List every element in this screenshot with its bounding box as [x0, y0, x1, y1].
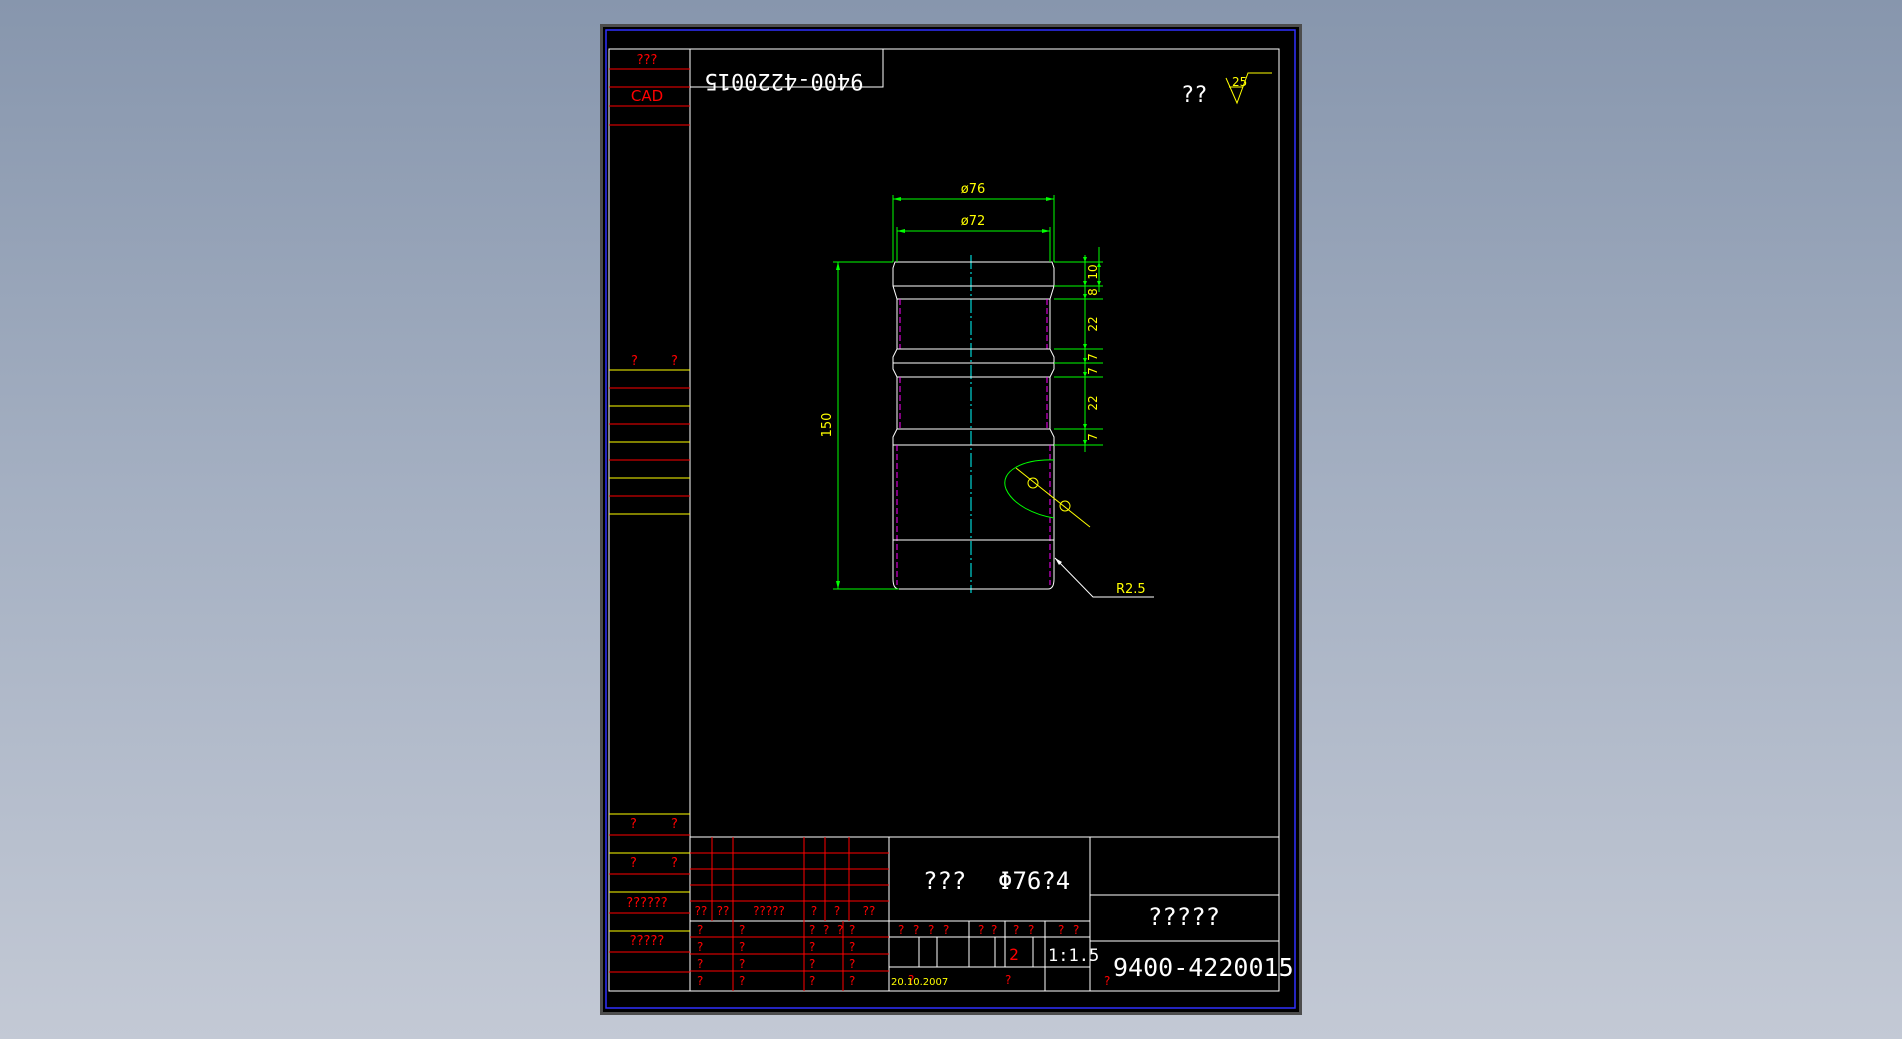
- quantity-value: 2: [1009, 945, 1019, 964]
- hole-section: [1004, 459, 1055, 519]
- left-low1-a: ?: [630, 817, 637, 832]
- dimension-annotations: ø76 ø72 150 8 10 22 7 7 22 7 R2.5: [820, 182, 1154, 598]
- dim-7-b: 7: [1086, 367, 1100, 375]
- material-label: ?????: [1148, 903, 1220, 931]
- rev-header-4: ?: [811, 904, 817, 918]
- part-spec: Φ76?4: [998, 867, 1070, 895]
- drawing-date: 20.10.2007: [891, 977, 948, 988]
- attr-h7: ?: [1013, 923, 1019, 937]
- left-low1-b: ?: [671, 817, 678, 832]
- attr-h2: ?: [913, 923, 919, 937]
- sign-r1-e: ?: [837, 923, 843, 937]
- rev-header-6: ??: [863, 904, 876, 918]
- sign-r4-d: ?: [849, 974, 855, 988]
- sign-r1-b: ?: [739, 923, 745, 937]
- sign-r3-d: ?: [849, 957, 855, 971]
- sign-r3-b: ?: [739, 957, 745, 971]
- top-code-box: ??? CAD 9400-4220015: [608, 48, 884, 126]
- dim-length-150: 150: [820, 413, 835, 438]
- dim-radius: R2.5: [1116, 582, 1146, 597]
- sign-r3-a: ?: [697, 957, 703, 971]
- dim-7-a: 7: [1086, 353, 1100, 361]
- left-panel-table: ? ?: [609, 354, 690, 515]
- drawing-sheet: ??? CAD 9400-4220015 ?? 25 ? ? ? ? ? ? ?…: [600, 24, 1302, 1015]
- sign-r3-c: ?: [809, 957, 815, 971]
- sign-r2-a: ?: [697, 940, 703, 954]
- surface-roughness-symbol: ?? 25: [1181, 72, 1272, 108]
- sign-r4-b: ?: [739, 974, 745, 988]
- mirrored-drawing-code: 9400-4220015: [705, 68, 864, 93]
- attr-h3: ?: [928, 923, 934, 937]
- sign-r1-f: ?: [849, 923, 855, 937]
- sign-r1-a: ?: [697, 923, 703, 937]
- dim-diameter-72: ø72: [961, 214, 986, 229]
- left-low4: ?????: [630, 934, 665, 949]
- attr-h1: ?: [898, 923, 904, 937]
- left-low2-a: ?: [630, 856, 637, 871]
- dim-22-upper: 22: [1086, 316, 1100, 331]
- left-low2-b: ?: [671, 856, 678, 871]
- sign-r2-c: ?: [809, 940, 815, 954]
- left-mid-b: ?: [671, 354, 678, 369]
- rev-header-2: ??: [717, 904, 730, 918]
- roughness-prefix: ??: [1181, 83, 1208, 108]
- outer-border: [605, 29, 1296, 1009]
- sign-r4-c: ?: [809, 974, 815, 988]
- sign-r1-c: ?: [809, 923, 815, 937]
- dim-7-c: 7: [1086, 433, 1100, 441]
- attr-h6: ?: [991, 923, 997, 937]
- scale-value: 1:1.5: [1048, 946, 1099, 966]
- left-mid-a: ?: [631, 354, 638, 369]
- left-low3: ??????: [626, 896, 667, 911]
- dim-10: 10: [1086, 264, 1100, 279]
- attr-h10: ?: [1073, 923, 1079, 937]
- sign-r2-d: ?: [849, 940, 855, 954]
- top-left-label: ???: [637, 53, 658, 68]
- attr-h9: ?: [1058, 923, 1064, 937]
- dim-22-lower: 22: [1086, 395, 1100, 410]
- title-block: ?? ?? ????? ? ? ?? ? ? ? ? ? ? ? ? ? ? ?…: [690, 836, 1294, 992]
- attr-h8: ?: [1028, 923, 1034, 937]
- rev-header-5: ?: [834, 904, 840, 918]
- drawing-number: 9400-4220015: [1113, 953, 1294, 982]
- sign-r1-d: ?: [823, 923, 829, 937]
- roughness-value: 25: [1232, 75, 1247, 89]
- part-outline: [892, 255, 1091, 593]
- inner-frame: [608, 48, 1280, 992]
- dim-diameter-76: ø76: [961, 182, 986, 197]
- dim-8: 8: [1086, 288, 1100, 296]
- sign-r4-a: ?: [697, 974, 703, 988]
- below-qty: ?: [1005, 973, 1011, 987]
- attr-h4: ?: [943, 923, 949, 937]
- part-name: ???: [923, 867, 966, 895]
- left-panel-lower-table: ? ? ? ? ?????? ?????: [609, 813, 690, 973]
- cad-label: CAD: [631, 87, 663, 105]
- small-q: ?: [1104, 974, 1110, 988]
- rev-header-3: ?????: [753, 904, 785, 918]
- cad-drawing: ??? CAD 9400-4220015 ?? 25 ? ? ? ? ? ? ?…: [605, 29, 1296, 1009]
- attr-h5: ?: [978, 923, 984, 937]
- sign-r2-b: ?: [739, 940, 745, 954]
- rev-header-1: ??: [695, 904, 708, 918]
